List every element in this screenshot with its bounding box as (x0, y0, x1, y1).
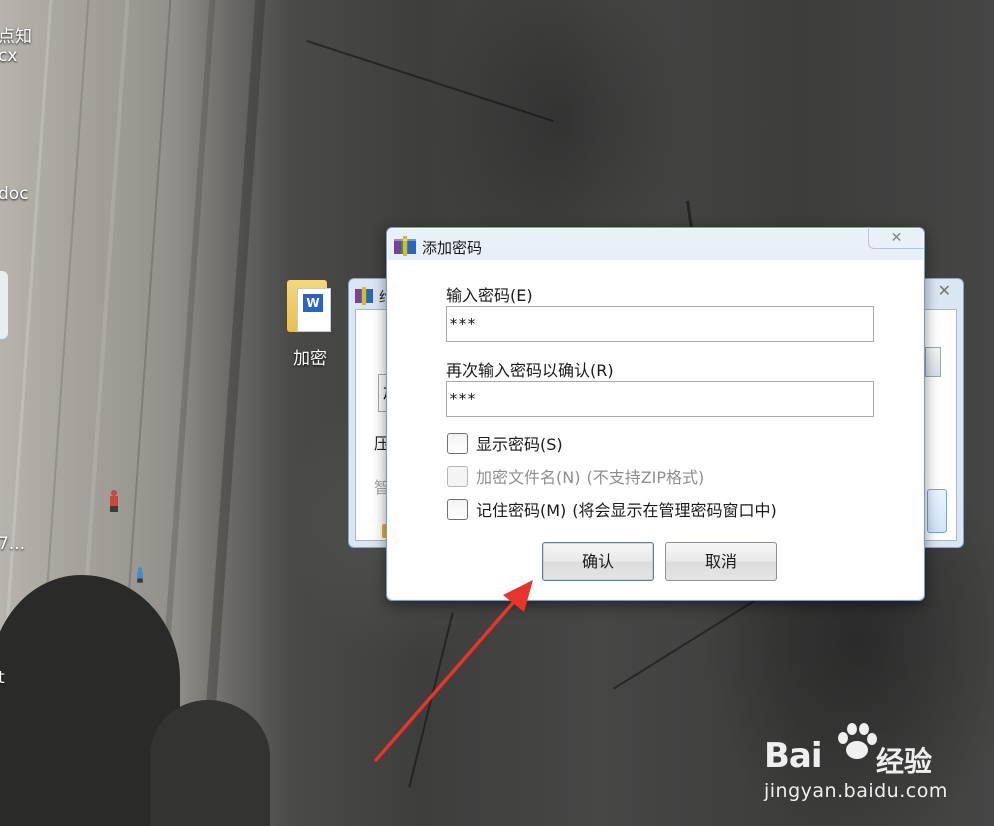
encrypt-filenames-note: (不支持ZIP格式) (586, 468, 705, 487)
encrypt-filenames-label: 加密文件名(N) (476, 468, 581, 487)
dialog-title: 添加密码 (422, 239, 483, 257)
checkbox-box[interactable] (447, 432, 468, 454)
paw-icon (838, 723, 877, 759)
remember-password-label: 记住密码(M) (476, 501, 567, 520)
password-label: 输入密码(E) (446, 286, 533, 305)
desktop-edge-widget[interactable] (0, 271, 8, 339)
ok-button[interactable]: 确认 (542, 542, 654, 581)
watermark-brand: Bai (764, 736, 823, 776)
desktop-label[interactable]: doc (0, 184, 29, 204)
close-icon[interactable]: ✕ (868, 227, 924, 249)
desktop-label[interactable]: 7... (0, 534, 25, 554)
dialog-titlebar[interactable]: 添加密码 ✕ (387, 227, 924, 260)
show-password-label: 显示密码(S) (476, 435, 563, 454)
checkbox-box[interactable] (447, 498, 468, 520)
confirm-password-input[interactable] (446, 381, 874, 417)
desktop-label[interactable]: cx (0, 46, 17, 66)
encrypt-filenames-checkbox: 加密文件名(N) (不支持ZIP格式) (447, 465, 704, 487)
set-password-button[interactable] (927, 489, 947, 533)
remember-password-note: (将会显示在管理密码窗口中) (572, 501, 777, 520)
desktop-file-label: 加密 (293, 349, 327, 369)
desktop-label[interactable]: 点知 (0, 22, 32, 47)
add-password-dialog: 添加密码 ✕ 输入密码(E) 再次输入密码以确认(R) 显示密码(S) 加密文件… (386, 227, 925, 601)
checkbox-box (447, 465, 468, 487)
cancel-button[interactable]: 取消 (665, 542, 777, 581)
climber-figure (108, 490, 120, 512)
baidu-jingyan-watermark: Bai 经验 jingyan.baidu.com (764, 722, 984, 812)
climber-figure (136, 567, 144, 583)
watermark-product: 经验 (876, 745, 933, 778)
remember-password-checkbox[interactable]: 记住密码(M) (将会显示在管理密码窗口中) (447, 498, 777, 520)
desktop-file-icon[interactable]: W 加密 (280, 272, 340, 369)
word-document-icon: W (287, 272, 333, 332)
password-input[interactable] (446, 306, 874, 342)
winrar-icon (355, 287, 373, 305)
desktop-label[interactable]: t (0, 668, 5, 688)
close-icon[interactable]: ✕ (938, 281, 951, 300)
show-password-checkbox[interactable]: 显示密码(S) (447, 432, 563, 454)
watermark-url: jingyan.baidu.com (764, 780, 948, 802)
chevron-down-icon[interactable] (925, 347, 941, 377)
confirm-password-label: 再次输入密码以确认(R) (446, 361, 614, 380)
winrar-icon (394, 236, 416, 256)
